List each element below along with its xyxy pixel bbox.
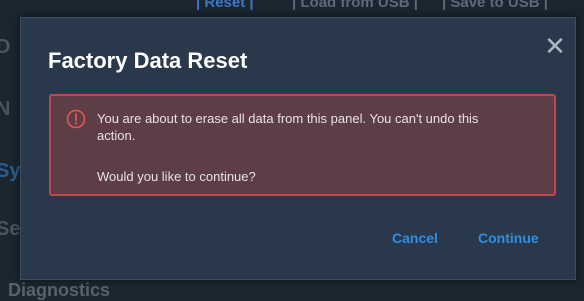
bg-side-label: Sy: [0, 160, 21, 182]
alert-circle-icon: [66, 109, 86, 134]
bg-save-usb-link: | Save to USB |: [442, 0, 548, 11]
warning-alert: You are about to erase all data from thi…: [49, 94, 556, 196]
alert-question: Would you like to continue?: [97, 169, 256, 184]
alert-message: You are about to erase all data from thi…: [97, 111, 479, 143]
bg-reset-link: | Reset |: [196, 0, 254, 11]
dialog-title: Factory Data Reset: [48, 48, 248, 73]
factory-reset-dialog: Factory Data Reset ✕ You are about to er…: [20, 17, 576, 280]
bg-diagnostics-label: Diagnostics: [8, 280, 111, 300]
bg-load-usb-link: | Load from USB |: [292, 0, 418, 11]
bg-side-label: N: [0, 98, 11, 120]
close-icon[interactable]: ✕: [543, 33, 567, 59]
bg-side-label: Se: [0, 218, 21, 240]
continue-button[interactable]: Continue: [478, 230, 539, 246]
bg-side-label: D: [0, 36, 11, 58]
cancel-button[interactable]: Cancel: [392, 230, 438, 246]
